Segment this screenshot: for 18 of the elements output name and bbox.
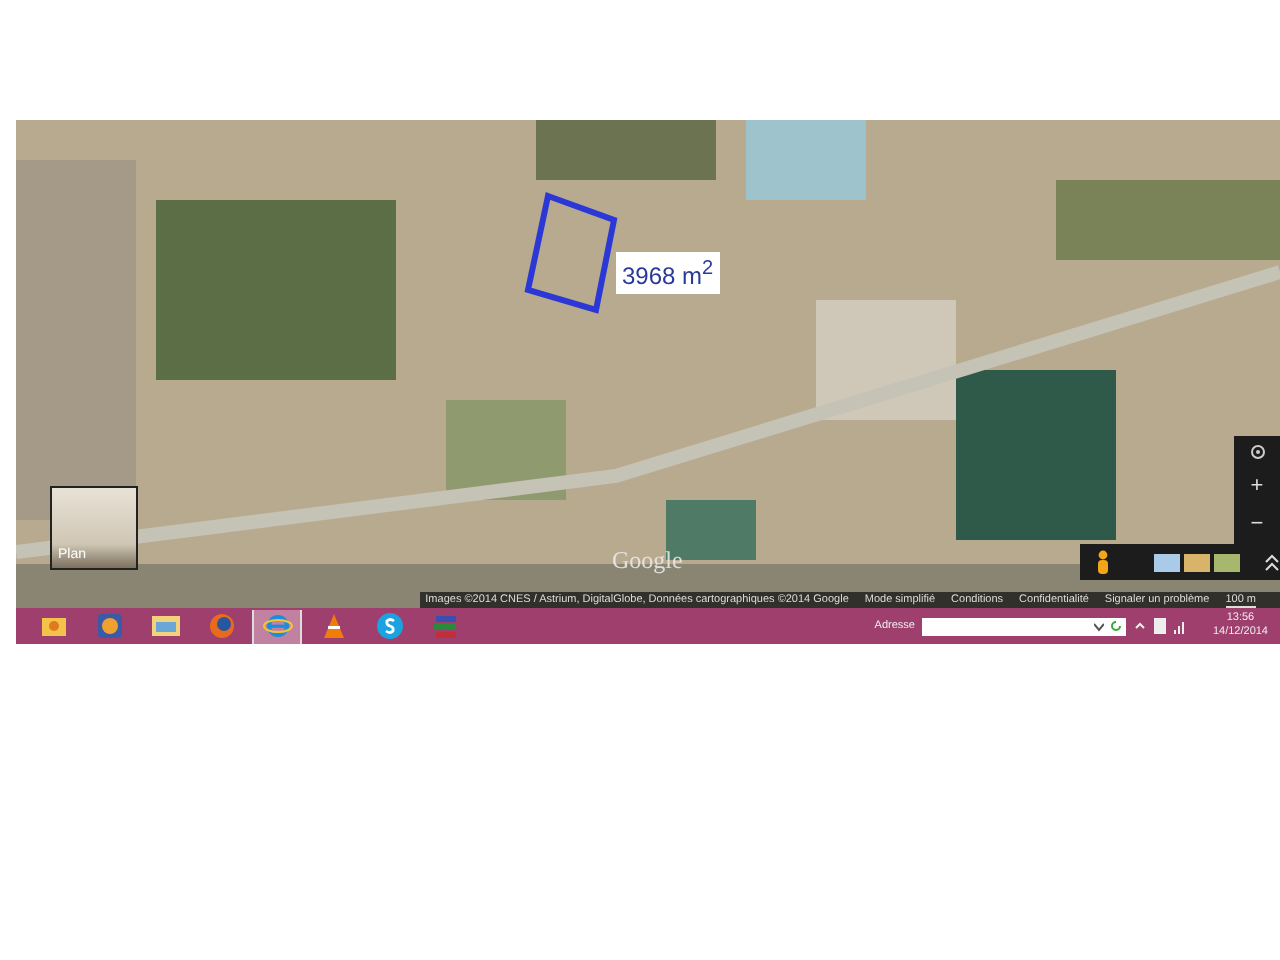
- map-logo: Google: [612, 546, 683, 576]
- browser-e-icon: [261, 610, 293, 642]
- area-label: 3968 m$^{2}$: [616, 252, 720, 294]
- refresh-icon[interactable]: [1110, 620, 1123, 632]
- chevron-up-icon[interactable]: [1264, 553, 1280, 571]
- map-type-thumbnails-icon[interactable]: [1153, 553, 1241, 571]
- skype-logo-icon: [373, 610, 405, 642]
- location-icon[interactable]: [1249, 443, 1265, 460]
- address-field[interactable]: [922, 617, 1127, 635]
- caret-up-icon[interactable]: [1134, 620, 1147, 632]
- area-outline: [524, 192, 620, 316]
- pegman-icon[interactable]: [1096, 550, 1110, 574]
- flag-icon[interactable]: [1154, 618, 1167, 634]
- signal-bars-icon[interactable]: [1174, 619, 1189, 633]
- taskbar-app-button[interactable]: [252, 609, 302, 643]
- books-icon: [429, 610, 461, 642]
- zoom-out-button[interactable]: −: [1242, 512, 1272, 537]
- zoom-in-button[interactable]: +: [1242, 473, 1272, 498]
